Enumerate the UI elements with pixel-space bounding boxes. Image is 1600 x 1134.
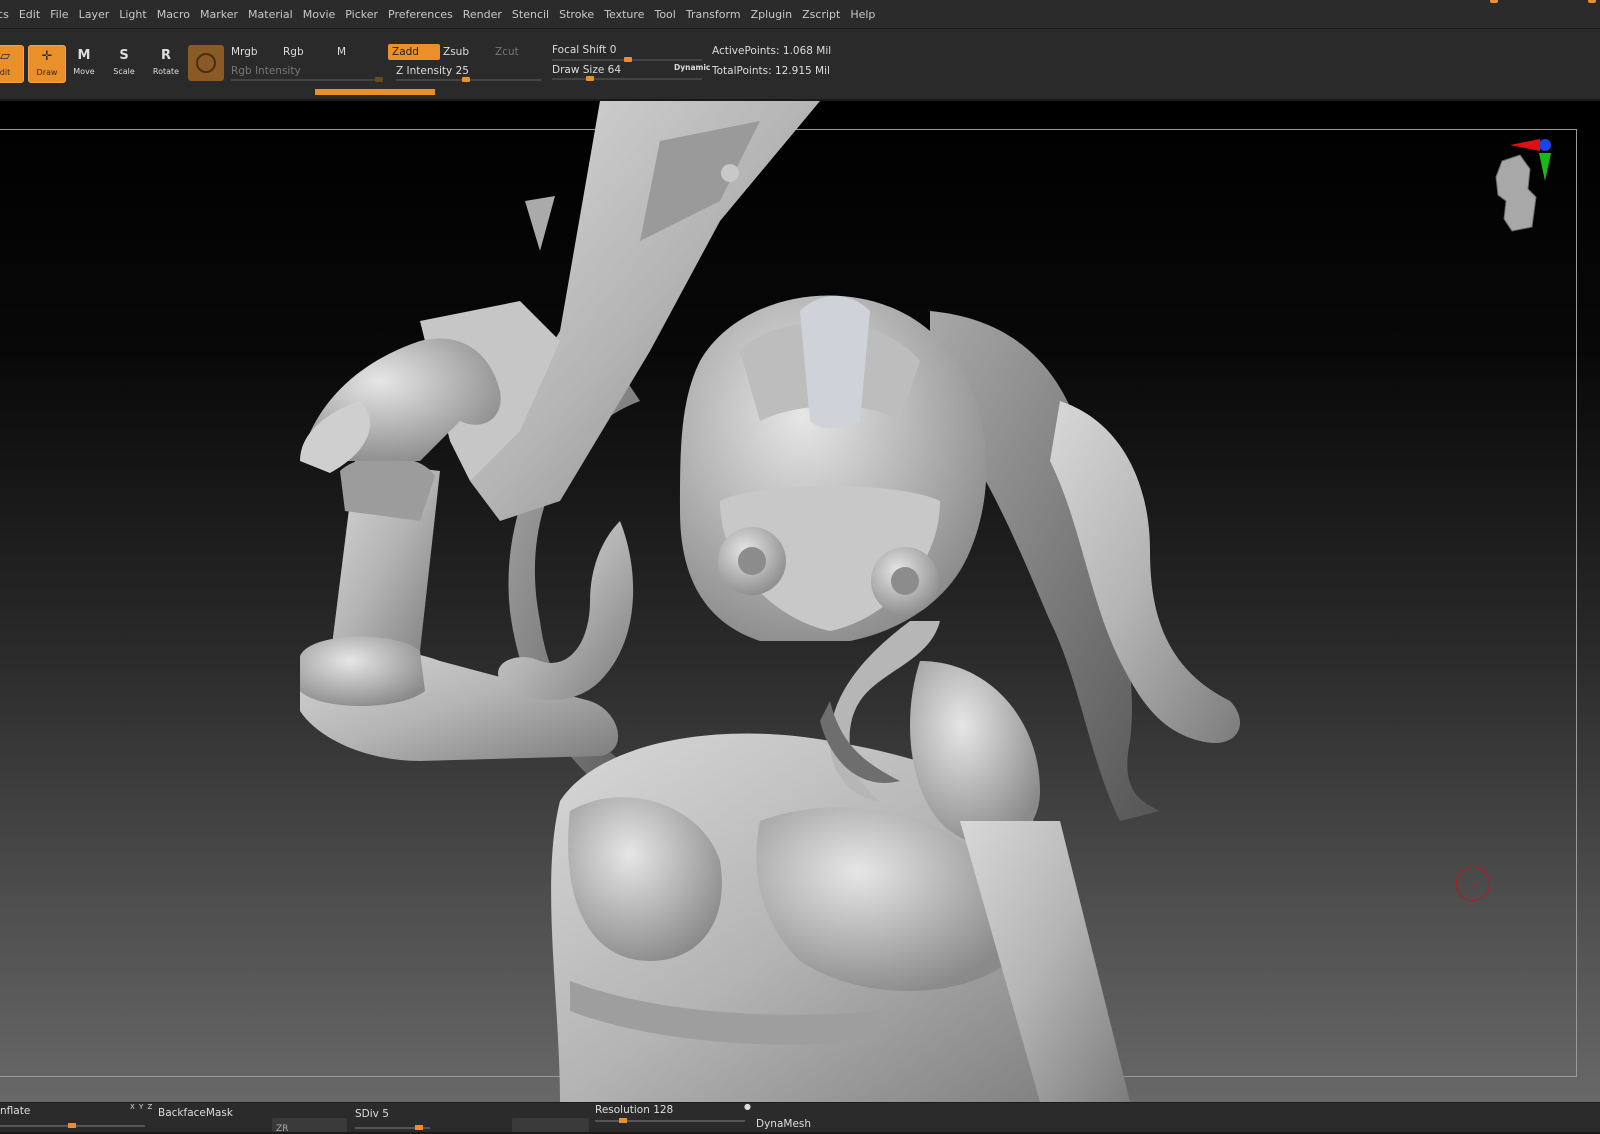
menu-item-zplugin[interactable]: Zplugin [746, 8, 798, 21]
material-button[interactable] [188, 45, 224, 81]
gizmo-x-axis-icon [1510, 139, 1540, 151]
move-button[interactable]: M Move [66, 45, 102, 81]
edit-label: dit [0, 68, 11, 77]
xyz-toggle[interactable]: X Y Z [130, 1103, 153, 1111]
scale-label: Scale [113, 67, 135, 76]
draw-label: Draw [36, 68, 58, 77]
zadd-toggle[interactable]: Zadd [388, 44, 440, 60]
menu-item-transform[interactable]: Transform [681, 8, 746, 21]
menu-item-help[interactable]: Help [845, 8, 880, 21]
rifle-bolt [721, 164, 739, 182]
draw-icon: ✛ [41, 49, 53, 64]
zsub-toggle[interactable]: Zsub [443, 46, 469, 58]
inflate-knob[interactable] [68, 1123, 76, 1128]
dynamesh-button[interactable]: DynaMesh [756, 1118, 811, 1130]
menu-indicator [1588, 0, 1596, 3]
menu-item-material[interactable]: Material [243, 8, 298, 21]
menu-item-tool[interactable]: Tool [649, 8, 680, 21]
menu-item-render[interactable]: Render [458, 8, 507, 21]
zcut-toggle[interactable]: Zcut [495, 46, 519, 58]
focal-shift-knob[interactable] [624, 57, 632, 62]
sdiv-slider[interactable]: SDiv 5 [355, 1108, 389, 1120]
focal-shift-track[interactable] [552, 57, 702, 62]
brush-cursor-dot [1473, 884, 1475, 886]
canvas-viewport[interactable] [0, 101, 1600, 1102]
rifle-fin [525, 196, 555, 251]
menu-item-texture[interactable]: Texture [599, 8, 649, 21]
z-intensity-knob[interactable] [462, 77, 470, 82]
bottom-shelf: nflate X Y Z BackfaceMask ZR SDiv 5 Reso… [0, 1102, 1600, 1134]
progress-bar [315, 89, 435, 95]
rgb-intensity-track[interactable] [231, 77, 383, 82]
resolution-track[interactable] [595, 1118, 745, 1123]
inflate-slider[interactable]: nflate [0, 1105, 30, 1117]
mrgb-toggle[interactable]: Mrgb [231, 46, 258, 58]
backface-mask-toggle[interactable]: BackfaceMask [158, 1107, 233, 1119]
menu-item-stencil[interactable]: Stencil [507, 8, 554, 21]
sculpt-model [300, 101, 1240, 1102]
draw-size-track[interactable] [552, 76, 702, 81]
resolution-slider[interactable]: Resolution 128 [595, 1104, 673, 1116]
m-toggle[interactable]: M [337, 46, 346, 58]
rgb-intensity-knob[interactable] [375, 77, 383, 82]
rotate-button[interactable]: R Rotate [148, 45, 184, 81]
brush-cursor [1456, 867, 1490, 901]
total-points-readout: TotalPoints: 12.915 Mil [712, 65, 830, 77]
active-points-readout: ActivePoints: 1.068 Mil [712, 45, 832, 57]
navigation-gizmo[interactable] [1490, 131, 1580, 241]
dynamesh-field[interactable] [512, 1118, 589, 1132]
menu-item-file[interactable]: File [45, 8, 73, 21]
rgb-toggle[interactable]: Rgb [283, 46, 304, 58]
gizmo-head-icon [1495, 154, 1537, 232]
zremesher-label: ZR [276, 1124, 289, 1134]
material-sphere-icon [196, 53, 216, 73]
menu-item[interactable]: ics [0, 8, 14, 21]
forearm-armor [340, 456, 435, 521]
rotate-label: Rotate [152, 67, 180, 76]
resolution-knob[interactable] [619, 1118, 627, 1123]
draw-size-knob[interactable] [586, 76, 594, 81]
draw-button[interactable]: ✛ Draw [28, 45, 66, 83]
menu-bar: ics Edit File Layer Light Macro Marker M… [0, 0, 1600, 29]
menu-item-light[interactable]: Light [114, 8, 151, 21]
dynamic-toggle[interactable]: Dynamic [674, 63, 710, 72]
inflate-track[interactable] [0, 1123, 145, 1128]
scale-button[interactable]: S Scale [106, 45, 142, 81]
rotate-icon: R [160, 48, 171, 63]
menu-item-edit[interactable]: Edit [14, 8, 45, 21]
edit-button[interactable]: ▱ dit [0, 45, 24, 83]
menu-item-zscript[interactable]: Zscript [797, 8, 845, 21]
draw-size-slider[interactable]: Draw Size 64 [552, 64, 621, 76]
menu-item-picker[interactable]: Picker [340, 8, 383, 21]
rgb-intensity-slider[interactable]: Rgb Intensity [231, 65, 301, 77]
top-shelf: ▱ dit ✛ Draw M Move S Scale R Rotate Mrg… [0, 29, 1600, 101]
gizmo-y-axis-icon [1539, 153, 1551, 181]
move-label: Move [73, 67, 95, 76]
menu-indicator [1490, 0, 1498, 3]
scale-icon: S [119, 48, 129, 63]
menu-item-layer[interactable]: Layer [74, 8, 115, 21]
menu-item-movie[interactable]: Movie [298, 8, 341, 21]
resolution-indicator-icon: ● [744, 1102, 751, 1111]
z-intensity-slider[interactable]: Z Intensity 25 [396, 65, 469, 77]
gizmo-z-axis-icon [1539, 139, 1551, 151]
sdiv-track[interactable] [355, 1125, 430, 1130]
edit-icon: ▱ [0, 49, 10, 64]
menu-item-stroke[interactable]: Stroke [554, 8, 599, 21]
focal-shift-slider[interactable]: Focal Shift 0 [552, 44, 616, 56]
menu-item-macro[interactable]: Macro [152, 8, 195, 21]
menu-item-marker[interactable]: Marker [195, 8, 243, 21]
menu-item-preferences[interactable]: Preferences [383, 8, 458, 21]
move-icon: M [77, 48, 91, 63]
sdiv-knob[interactable] [415, 1125, 423, 1130]
zremesher-field[interactable]: ZR [272, 1118, 347, 1134]
z-intensity-track[interactable] [396, 77, 541, 82]
visor-crest [800, 296, 870, 429]
elbow [300, 636, 425, 706]
